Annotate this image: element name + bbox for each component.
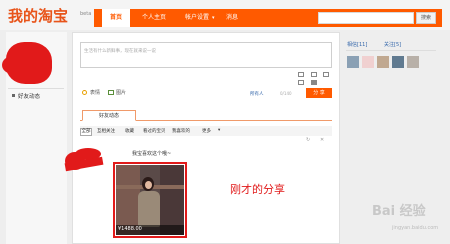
char-counter: 0/140 [280,91,292,96]
feed-item-text: 我宝喜欢这个哦~ [132,151,172,157]
status-textarea[interactable] [80,42,332,68]
friend-avatar[interactable] [407,56,419,68]
divider [8,88,64,89]
filter-more[interactable]: 更多 [202,128,211,134]
video-icon[interactable] [323,72,329,77]
taobao-logo[interactable]: 我的淘宝 [8,5,68,26]
watermark-logo: Bai 经验 [372,204,426,219]
product-icon[interactable] [311,72,317,77]
link-icon[interactable] [298,72,304,77]
refresh-icon[interactable]: ↻ [306,137,310,143]
image-icon[interactable] [108,90,114,95]
tab-friends-feed[interactable]: 好友动态 [82,110,136,121]
annotation-label: 刚才的分享 [230,183,285,196]
share-button[interactable]: 分 享 [306,88,332,98]
main-nav: 首页 个人主页 帐户设置 ▾ 消息 搜索 [94,9,442,27]
chevron-down-icon: ▾ [212,15,215,21]
watermark-url: jingyan.baidu.com [392,225,439,231]
search-input[interactable] [318,12,414,24]
sidebar-item-friends-feed[interactable]: 好友动态 [18,92,40,100]
emoji-button[interactable]: 表情 [90,89,100,96]
nav-profile[interactable]: 个人主页 [136,9,172,27]
visibility-select[interactable]: 所有人 [250,91,264,97]
chevron-down-icon: ▾ [218,128,221,133]
following-link[interactable]: 相信[11] [347,41,367,48]
search-button[interactable]: 搜索 [416,12,436,24]
friend-avatar[interactable] [362,56,374,68]
nav-messages[interactable]: 消息 [222,9,242,27]
friend-avatar[interactable] [347,56,359,68]
bullet-icon [12,94,15,97]
image-button[interactable]: 图片 [116,89,126,96]
beta-label: beta [80,11,92,17]
avatar-redaction [2,56,24,74]
filter-all[interactable]: 全部 [80,128,92,136]
music-icon[interactable] [298,80,304,85]
topic-icon[interactable] [311,80,317,85]
friend-avatar[interactable] [392,56,404,68]
friend-avatar[interactable] [377,56,389,68]
emoji-icon[interactable] [82,90,87,95]
product-price: ¥1488.00 [118,226,142,232]
close-icon[interactable]: ✕ [320,137,324,143]
feed-avatar[interactable] [64,146,105,176]
nav-home[interactable]: 首页 [102,9,130,27]
filter-mutual[interactable]: 互相关注 [97,128,115,134]
status-placeholder: 生活有什么新鲜事，现在就来说一说 [84,49,156,54]
filter-viewed[interactable]: 看过的宝贝 [143,128,166,134]
fans-link[interactable]: 关注[5] [384,41,401,48]
product-thumbnail[interactable] [116,165,184,235]
filter-liked[interactable]: 我喜欢的 [172,128,190,134]
filter-favorites[interactable]: 收藏 [125,128,134,134]
divider [346,50,436,51]
